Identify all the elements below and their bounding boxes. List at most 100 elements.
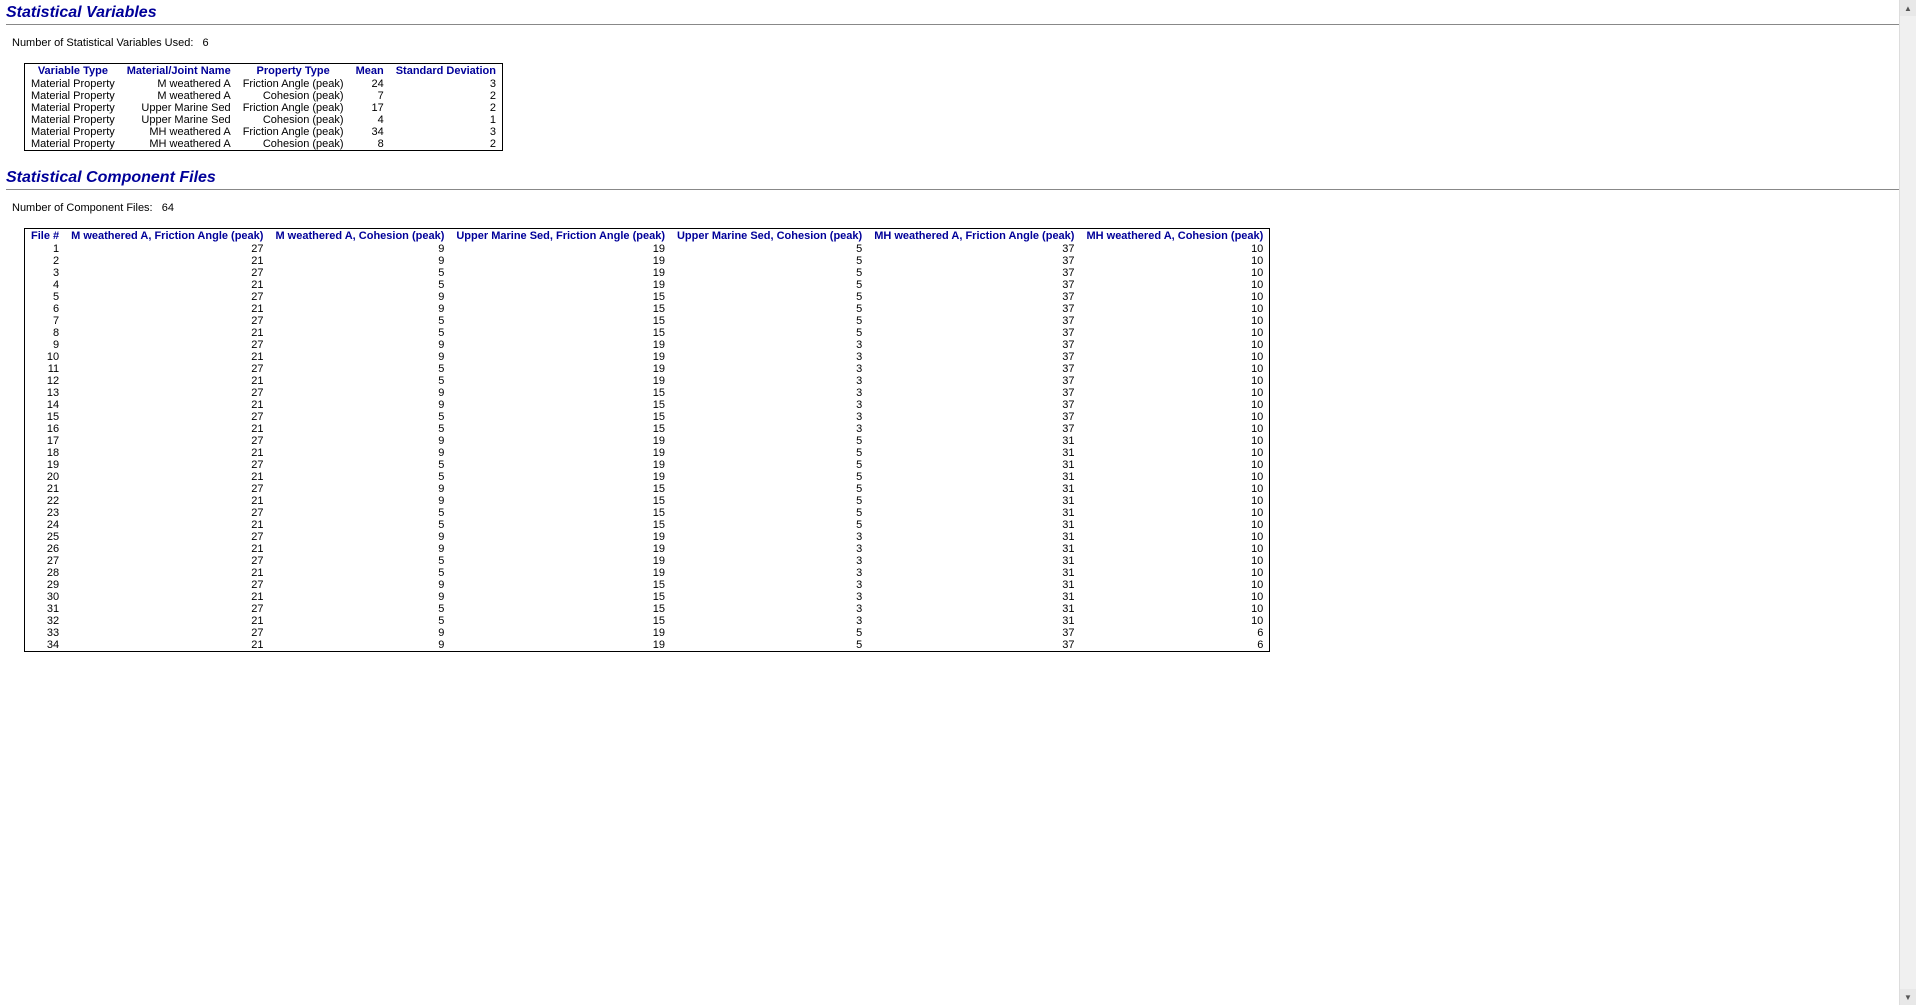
vertical-scrollbar[interactable]: ▲ ▼: [1899, 0, 1916, 1005]
files-header-cell: MH weathered A, Friction Angle (peak): [868, 229, 1080, 244]
files-table-row: 152751533710: [25, 411, 1270, 423]
files-cell: 5: [269, 279, 450, 291]
files-cell: 19: [450, 471, 671, 483]
files-cell: 27: [65, 243, 269, 255]
files-cell: 37: [868, 351, 1080, 363]
files-cell: 27: [65, 483, 269, 495]
vars-cell: 24: [350, 78, 390, 90]
files-cell: 19: [450, 363, 671, 375]
files-cell: 15: [25, 411, 66, 423]
vars-table-row: Material PropertyM weathered ACohesion (…: [25, 90, 503, 102]
scroll-up-icon[interactable]: ▲: [1900, 0, 1916, 16]
files-cell: 9: [269, 591, 450, 603]
files-table-row: 42151953710: [25, 279, 1270, 291]
files-cell: 19: [450, 447, 671, 459]
files-table-row: 312751533110: [25, 603, 1270, 615]
files-table-row: 22191953710: [25, 255, 1270, 267]
files-cell: 15: [450, 399, 671, 411]
files-table-row: 242151553110: [25, 519, 1270, 531]
files-cell: 9: [269, 627, 450, 639]
files-cell: 27: [65, 387, 269, 399]
scroll-down-icon[interactable]: ▼: [1900, 989, 1916, 1005]
files-cell: 10: [1080, 339, 1269, 351]
files-cell: 37: [868, 363, 1080, 375]
files-cell: 37: [868, 423, 1080, 435]
files-cell: 27: [65, 507, 269, 519]
files-cell: 3: [671, 543, 868, 555]
files-table-row: 132791533710: [25, 387, 1270, 399]
vars-cell: MH weathered A: [121, 126, 237, 138]
vars-cell: 1: [390, 114, 503, 126]
files-cell: 11: [25, 363, 66, 375]
files-cell: 5: [269, 411, 450, 423]
files-cell: 8: [25, 327, 66, 339]
vars-cell: Friction Angle (peak): [237, 102, 350, 114]
vars-table-row: Material PropertyUpper Marine SedFrictio…: [25, 102, 503, 114]
files-header-cell: Upper Marine Sed, Friction Angle (peak): [450, 229, 671, 244]
files-cell: 27: [65, 459, 269, 471]
files-cell: 37: [868, 627, 1080, 639]
files-cell: 31: [868, 447, 1080, 459]
files-cell: 5: [269, 567, 450, 579]
files-cell: 10: [1080, 267, 1269, 279]
files-cell: 10: [1080, 375, 1269, 387]
vars-cell: 3: [390, 78, 503, 90]
files-cell: 9: [269, 303, 450, 315]
files-cell: 15: [450, 315, 671, 327]
vars-cell: M weathered A: [121, 90, 237, 102]
files-cell: 5: [671, 291, 868, 303]
files-cell: 15: [450, 423, 671, 435]
files-cell: 27: [65, 531, 269, 543]
files-cell: 10: [1080, 555, 1269, 567]
files-cell: 10: [1080, 303, 1269, 315]
files-cell: 37: [868, 279, 1080, 291]
files-cell: 5: [671, 435, 868, 447]
files-cell: 5: [671, 507, 868, 519]
files-cell: 37: [868, 291, 1080, 303]
files-cell: 15: [450, 291, 671, 303]
files-cell: 37: [868, 243, 1080, 255]
files-cell: 5: [269, 315, 450, 327]
files-cell: 17: [25, 435, 66, 447]
files-cell: 9: [269, 531, 450, 543]
files-table-row: 52791553710: [25, 291, 1270, 303]
files-table-row: 232751553110: [25, 507, 1270, 519]
files-cell: 1: [25, 243, 66, 255]
vars-header-row: Variable TypeMaterial/Joint NameProperty…: [25, 64, 503, 79]
vars-cell: 8: [350, 138, 390, 151]
files-cell: 10: [1080, 399, 1269, 411]
files-cell: 10: [1080, 435, 1269, 447]
files-cell: 5: [269, 363, 450, 375]
files-cell: 10: [1080, 507, 1269, 519]
files-cell: 10: [1080, 447, 1269, 459]
files-cell: 15: [450, 615, 671, 627]
vars-cell: Upper Marine Sed: [121, 114, 237, 126]
files-cell: 30: [25, 591, 66, 603]
vars-table-row: Material PropertyMH weathered AFriction …: [25, 126, 503, 138]
files-cell: 21: [65, 423, 269, 435]
files-cell: 31: [868, 435, 1080, 447]
files-cell: 19: [450, 339, 671, 351]
files-cell: 21: [65, 327, 269, 339]
files-table-row: 212791553110: [25, 483, 1270, 495]
files-cell: 10: [1080, 327, 1269, 339]
files-cell: 27: [65, 363, 269, 375]
files-cell: 21: [65, 495, 269, 507]
files-cell: 31: [868, 591, 1080, 603]
files-cell: 21: [65, 543, 269, 555]
files-cell: 31: [868, 555, 1080, 567]
files-cell: 5: [269, 507, 450, 519]
files-table-row: 172791953110: [25, 435, 1270, 447]
files-cell: 10: [1080, 531, 1269, 543]
files-cell: 19: [450, 267, 671, 279]
files-table-row: 222191553110: [25, 495, 1270, 507]
vars-cell: Cohesion (peak): [237, 90, 350, 102]
files-cell: 19: [450, 543, 671, 555]
files-cell: 31: [868, 471, 1080, 483]
files-header-cell: M weathered A, Friction Angle (peak): [65, 229, 269, 244]
files-cell: 19: [450, 279, 671, 291]
files-header-row: File #M weathered A, Friction Angle (pea…: [25, 229, 1270, 244]
files-count-value: 64: [162, 202, 174, 214]
files-cell: 31: [868, 567, 1080, 579]
files-cell: 21: [65, 639, 269, 652]
